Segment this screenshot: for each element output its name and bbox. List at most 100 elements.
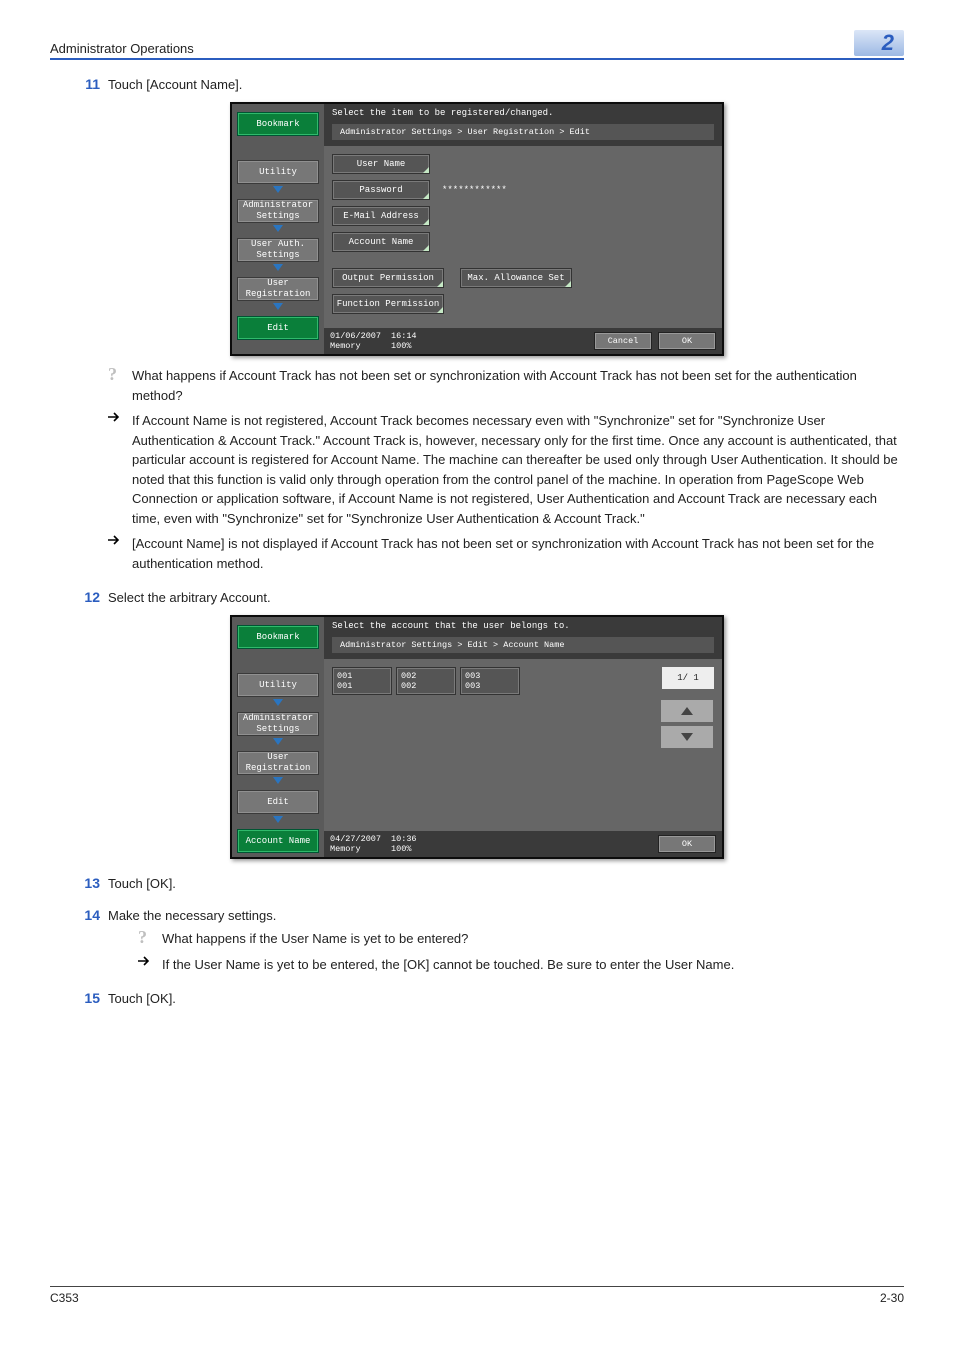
user-name-button[interactable]: User Name: [332, 154, 430, 174]
step-number: 12: [50, 589, 108, 605]
step-11: 11 Touch [Account Name].: [50, 76, 904, 92]
question-mark-icon: ?: [138, 929, 162, 949]
email-value: [436, 207, 714, 225]
step-number: 13: [50, 875, 108, 891]
page-down-button[interactable]: [660, 725, 714, 749]
max-allowance-button[interactable]: Max. Allowance Set: [460, 268, 572, 288]
cancel-button[interactable]: Cancel: [594, 332, 652, 350]
admin-settings-button[interactable]: Administrator Settings: [237, 199, 319, 223]
password-button[interactable]: Password: [332, 180, 430, 200]
edit-button[interactable]: Edit: [237, 790, 319, 814]
arrow-down-icon: [273, 816, 283, 823]
section-title: Administrator Operations: [50, 41, 194, 56]
panel-footer: 04/27/2007 Memory 10:36 100% OK: [324, 831, 722, 857]
ok-button[interactable]: OK: [658, 332, 716, 350]
arrow-down-icon: [273, 738, 283, 745]
admin-settings-button[interactable]: Administrator Settings: [237, 712, 319, 736]
panel-instruction: Select the account that the user belongs…: [324, 617, 722, 659]
answer-row: If Account Name is not registered, Accou…: [108, 411, 904, 528]
arrow-down-icon: [273, 303, 283, 310]
model-name: C353: [50, 1291, 79, 1305]
svg-text:?: ?: [108, 366, 117, 384]
output-permission-button[interactable]: Output Permission: [332, 268, 444, 288]
account-name-value: [436, 233, 714, 251]
svg-text:?: ?: [138, 929, 147, 947]
footer-date: 01/06/2007: [330, 331, 381, 341]
footer-memory-pct: 100%: [391, 341, 411, 351]
email-button[interactable]: E-Mail Address: [332, 206, 430, 226]
password-value: ************: [436, 181, 714, 199]
edit-button[interactable]: Edit: [237, 316, 319, 340]
function-permission-button[interactable]: Function Permission: [332, 294, 444, 314]
answer-text: [Account Name] is not displayed if Accou…: [132, 534, 904, 573]
user-name-value: [436, 155, 714, 173]
footer-memory-label: Memory: [330, 844, 361, 854]
footer-memory-label: Memory: [330, 341, 361, 351]
page-footer: C353 2-30: [50, 1286, 904, 1305]
footer-date: 04/27/2007: [330, 834, 381, 844]
panel-instruction: Select the item to be registered/changed…: [324, 104, 722, 146]
step-14: 14 Make the necessary settings.: [50, 907, 904, 923]
account-item[interactable]: 002002: [396, 667, 456, 695]
account-name-button[interactable]: Account Name: [237, 829, 319, 853]
arrow-down-icon: [273, 699, 283, 706]
side-nav: Bookmark Utility Administrator Settings …: [232, 617, 324, 857]
breadcrumb: Administrator Settings > Edit > Account …: [332, 637, 714, 653]
screen-account-name: Bookmark Utility Administrator Settings …: [230, 615, 724, 859]
bookmark-button[interactable]: Bookmark: [237, 625, 319, 649]
panel-instruction-text: Select the account that the user belongs…: [332, 621, 570, 631]
answer-row: [Account Name] is not displayed if Accou…: [108, 534, 904, 573]
breadcrumb: Administrator Settings > User Registrati…: [332, 124, 714, 140]
question-mark-icon: ?: [108, 366, 132, 405]
step-text: Make the necessary settings.: [108, 907, 904, 923]
answer-row: If the User Name is yet to be entered, t…: [138, 955, 904, 975]
footer-time: 16:14: [391, 331, 417, 341]
arrow-right-icon: [108, 411, 132, 528]
step-12: 12 Select the arbitrary Account.: [50, 589, 904, 605]
chapter-number: 2: [854, 30, 904, 56]
step-text: Touch [OK].: [108, 875, 904, 891]
question-row: ? What happens if Account Track has not …: [108, 366, 904, 405]
question-row: ? What happens if the User Name is yet t…: [138, 929, 904, 949]
utility-button[interactable]: Utility: [237, 673, 319, 697]
panel-footer: 01/06/2007 Memory 16:14 100% Cancel OK: [324, 328, 722, 354]
question-text: What happens if the User Name is yet to …: [162, 929, 904, 949]
step-text: Touch [Account Name].: [108, 76, 904, 92]
step-13: 13 Touch [OK].: [50, 875, 904, 891]
answer-text: If Account Name is not registered, Accou…: [132, 411, 904, 528]
user-registration-button[interactable]: User Registration: [237, 751, 319, 775]
utility-button[interactable]: Utility: [237, 160, 319, 184]
step-text: Select the arbitrary Account.: [108, 589, 904, 605]
page-header: Administrator Operations 2: [50, 30, 904, 60]
question-text: What happens if Account Track has not be…: [132, 366, 904, 405]
step-number: 15: [50, 990, 108, 1006]
step-number: 14: [50, 907, 108, 923]
arrow-down-icon: [273, 264, 283, 271]
triangle-up-icon: [681, 707, 693, 715]
arrow-right-icon: [138, 955, 162, 975]
ok-button[interactable]: OK: [658, 835, 716, 853]
page-up-button[interactable]: [660, 699, 714, 723]
arrow-down-icon: [273, 186, 283, 193]
account-item[interactable]: 003003: [460, 667, 520, 695]
arrow-down-icon: [273, 777, 283, 784]
step-text: Touch [OK].: [108, 990, 904, 1006]
arrow-down-icon: [273, 225, 283, 232]
footer-memory-pct: 100%: [391, 844, 411, 854]
user-auth-settings-button[interactable]: User Auth. Settings: [237, 238, 319, 262]
user-registration-button[interactable]: User Registration: [237, 277, 319, 301]
triangle-down-icon: [681, 733, 693, 741]
arrow-right-icon: [108, 534, 132, 573]
screen-edit-user: Bookmark Utility Administrator Settings …: [230, 102, 724, 356]
side-nav: Bookmark Utility Administrator Settings …: [232, 104, 324, 354]
footer-time: 10:36: [391, 834, 417, 844]
panel-instruction-text: Select the item to be registered/changed…: [332, 108, 553, 118]
account-item[interactable]: 001001: [332, 667, 392, 695]
account-name-button[interactable]: Account Name: [332, 232, 430, 252]
answer-text: If the User Name is yet to be entered, t…: [162, 955, 904, 975]
page-number: 2-30: [880, 1291, 904, 1305]
bookmark-button[interactable]: Bookmark: [237, 112, 319, 136]
step-15: 15 Touch [OK].: [50, 990, 904, 1006]
step-number: 11: [50, 76, 108, 92]
page-indicator: 1/ 1: [662, 667, 714, 689]
